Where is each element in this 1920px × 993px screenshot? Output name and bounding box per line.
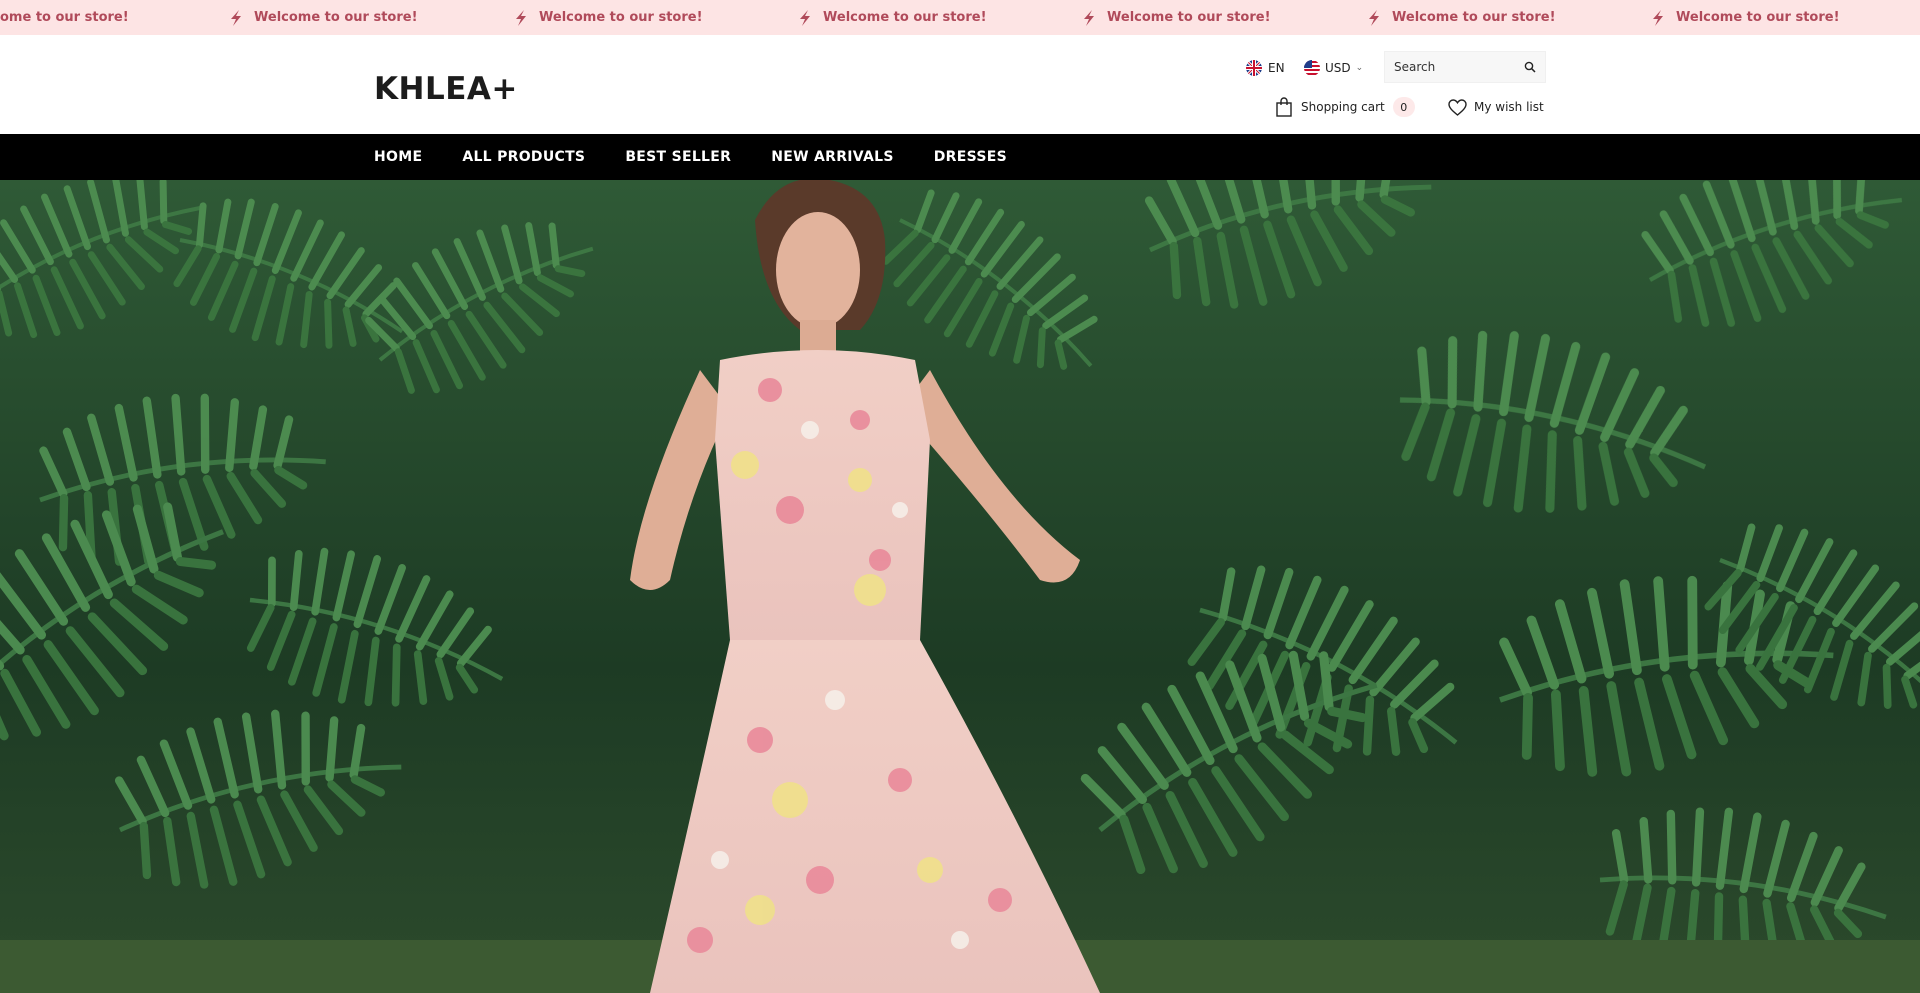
nav-item-all-products[interactable]: ALL PRODUCTS <box>462 149 585 165</box>
shopping-cart-link[interactable]: Shopping cart 0 <box>1275 95 1415 119</box>
announcement-text: ome to our store! <box>0 10 129 25</box>
currency-label: USD <box>1325 61 1351 75</box>
hero-image <box>0 180 1920 993</box>
announcement-text: Welcome to our store! <box>823 10 987 25</box>
announcement-text: Welcome to our store! <box>1392 10 1556 25</box>
wishlist-link[interactable]: My wish list <box>1448 95 1544 119</box>
lightning-bolt-icon <box>1369 9 1379 26</box>
announcement-item: Welcome to our store! <box>513 0 703 35</box>
site-logo[interactable]: KHLEA+ <box>374 71 518 107</box>
announcement-bar: ome to our store! Welcome to our store! … <box>0 0 1920 35</box>
nav-item-best-seller[interactable]: BEST SELLER <box>625 149 731 165</box>
lightning-bolt-icon <box>1653 9 1663 26</box>
announcement-item: Welcome to our store! <box>1081 0 1271 35</box>
wishlist-label: My wish list <box>1474 100 1544 114</box>
uk-flag-icon <box>1246 60 1262 76</box>
announcement-item: Welcome to our store! <box>228 0 418 35</box>
shopping-bag-icon <box>1276 97 1292 117</box>
search-icon[interactable] <box>1524 61 1536 73</box>
site-header: KHLEA+ EN USD ⌄ Search Shopping cart 0 M… <box>0 35 1920 134</box>
chevron-down-icon: ⌄ <box>1355 63 1364 73</box>
us-flag-icon <box>1304 60 1320 76</box>
currency-selector[interactable]: USD ⌄ <box>1304 58 1363 78</box>
lightning-bolt-icon <box>516 9 526 26</box>
language-label: EN <box>1268 61 1285 75</box>
cart-label: Shopping cart <box>1301 100 1385 114</box>
announcement-item: Welcome to our store! <box>797 0 987 35</box>
announcement-text: Welcome to our store! <box>539 10 703 25</box>
announcement-text: Welcome to our store! <box>1107 10 1271 25</box>
heart-icon <box>1448 98 1467 116</box>
cart-count-badge: 0 <box>1392 97 1415 117</box>
lightning-bolt-icon <box>1084 9 1094 26</box>
nav-item-dresses[interactable]: DRESSES <box>934 149 1007 165</box>
search-box <box>1384 51 1546 83</box>
announcement-text: Welcome to our store! <box>1676 10 1840 25</box>
announcement-text: Welcome to our store! <box>254 10 418 25</box>
nav-item-home[interactable]: HOME <box>374 149 422 165</box>
search-input[interactable] <box>1394 60 1514 74</box>
announcement-item: Welcome to our store! <box>1650 0 1840 35</box>
lightning-bolt-icon <box>231 9 241 26</box>
language-selector[interactable]: EN <box>1246 58 1285 78</box>
main-navigation: HOME ALL PRODUCTS BEST SELLER NEW ARRIVA… <box>0 134 1920 180</box>
announcement-item: ome to our store! <box>0 0 129 35</box>
announcement-item: Welcome to our store! <box>1366 0 1556 35</box>
nav-item-new-arrivals[interactable]: NEW ARRIVALS <box>771 149 894 165</box>
hero-banner[interactable] <box>0 180 1920 993</box>
lightning-bolt-icon <box>800 9 810 26</box>
